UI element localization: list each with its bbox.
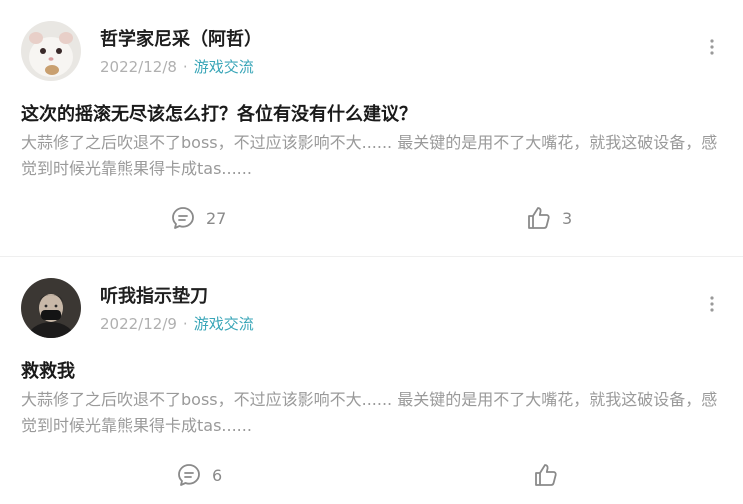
- post-title[interactable]: 这次的摇滚无尽该怎么打？各位有没有什么建议？: [21, 100, 417, 126]
- like-button[interactable]: 3: [526, 205, 572, 231]
- post-tag[interactable]: 游戏交流: [194, 58, 254, 76]
- like-button[interactable]: [533, 462, 569, 488]
- post-date: 2022/12/9: [100, 315, 177, 333]
- post-date: 2022/12/8: [100, 58, 177, 76]
- post-title[interactable]: 救救我: [21, 357, 75, 383]
- author-avatar[interactable]: [21, 278, 81, 338]
- post-excerpt[interactable]: 大蒜修了之后吹退不了boss，不过应该影响不大...... 最关键的是用不了大嘴…: [21, 387, 721, 439]
- post-card[interactable]: 哲学家尼采（阿哲） 2022/12/8 · 游戏交流 这次的摇滚无尽该怎么打？各位有…: [0, 0, 743, 256]
- post-excerpt[interactable]: 大蒜修了之后吹退不了boss，不过应该影响不大...... 最关键的是用不了大嘴…: [21, 130, 721, 182]
- comment-count: 6: [212, 465, 223, 485]
- meta-separator: ·: [182, 58, 188, 76]
- meta-separator: ·: [182, 315, 188, 333]
- comment-button[interactable]: 27: [170, 205, 226, 231]
- comment-icon: [172, 207, 194, 229]
- more-vertical-icon: [710, 39, 714, 55]
- like-count: 3: [562, 208, 573, 228]
- more-options-button[interactable]: [709, 38, 715, 58]
- post-meta: 2022/12/8 · 游戏交流: [100, 56, 254, 77]
- comment-button[interactable]: 6: [176, 462, 222, 488]
- author-name[interactable]: 听我指示垫刀: [100, 282, 208, 308]
- author-name[interactable]: 哲学家尼采（阿哲）: [100, 25, 262, 51]
- masked-person-avatar-icon: [21, 278, 81, 338]
- comment-icon: [178, 464, 200, 486]
- author-avatar[interactable]: [21, 21, 81, 81]
- more-options-button[interactable]: [709, 295, 715, 315]
- comment-count: 27: [206, 208, 227, 228]
- thumbs-up-icon: [528, 207, 550, 229]
- post-tag[interactable]: 游戏交流: [194, 315, 254, 333]
- thumbs-up-icon: [535, 464, 557, 486]
- hamster-avatar-icon: [21, 21, 81, 81]
- post-card[interactable]: 听我指示垫刀 2022/12/9 · 游戏交流 救救我 大蒜修了之后吹退不了boss…: [0, 257, 743, 504]
- more-vertical-icon: [710, 296, 714, 312]
- post-meta: 2022/12/9 · 游戏交流: [100, 313, 254, 334]
